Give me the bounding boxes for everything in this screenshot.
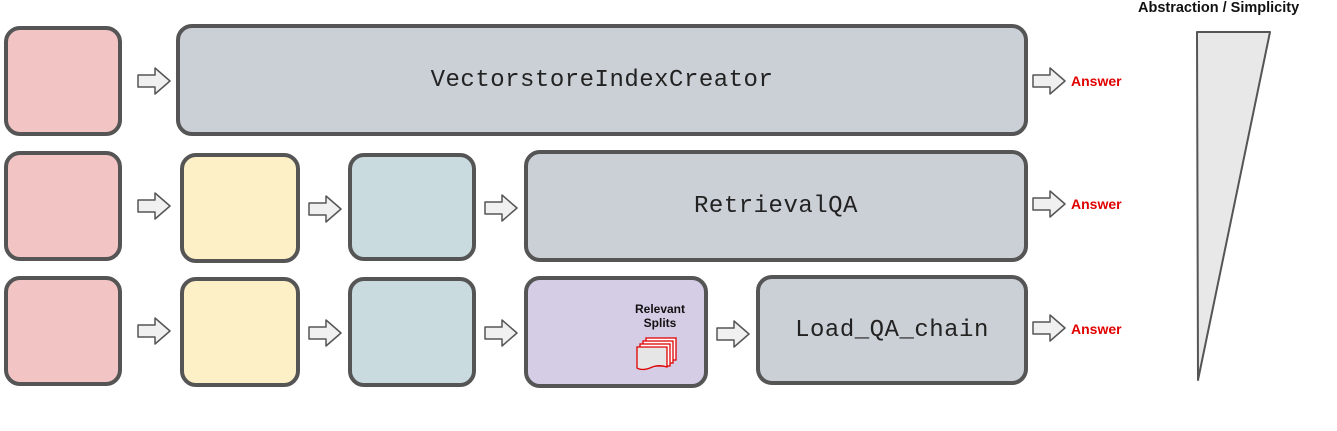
abstraction-scale-title: Abstraction / Simplicity <box>1138 0 1300 16</box>
retrieval-qa-box: RetrievalQA <box>524 150 1028 262</box>
arrow-icon <box>137 192 171 220</box>
method-label: VectorstoreIndexCreator <box>430 66 774 94</box>
vectorstore-box <box>348 277 476 387</box>
documents-box <box>4 276 122 386</box>
arrow-icon <box>1032 67 1066 95</box>
method-label: Load_QA_chain <box>795 316 989 344</box>
document-stack-icon <box>636 337 677 371</box>
arrow-icon <box>716 320 750 348</box>
arrow-icon <box>308 195 342 223</box>
arrow-icon <box>484 319 518 347</box>
abstraction-wedge <box>1196 31 1271 381</box>
answer-label: Answer <box>1071 321 1122 337</box>
splits-box <box>180 277 300 387</box>
splits-box <box>180 153 300 263</box>
arrow-icon <box>1032 314 1066 342</box>
relevant-splits-box: Relevant Splits <box>524 276 708 388</box>
arrow-icon <box>137 67 171 95</box>
answer-label: Answer <box>1071 196 1122 212</box>
vectorstore-index-creator-box: VectorstoreIndexCreator <box>176 24 1028 136</box>
arrow-icon <box>484 194 518 222</box>
arrow-icon <box>1032 190 1066 218</box>
answer-label: Answer <box>1071 73 1122 89</box>
method-label: RetrievalQA <box>694 192 858 220</box>
documents-box <box>4 26 122 136</box>
relevant-splits-label: Relevant Splits <box>634 302 686 330</box>
vectorstore-box <box>348 153 476 261</box>
documents-box <box>4 151 122 261</box>
arrow-icon <box>137 317 171 345</box>
load-qa-chain-box: Load_QA_chain <box>756 275 1028 385</box>
arrow-icon <box>308 319 342 347</box>
